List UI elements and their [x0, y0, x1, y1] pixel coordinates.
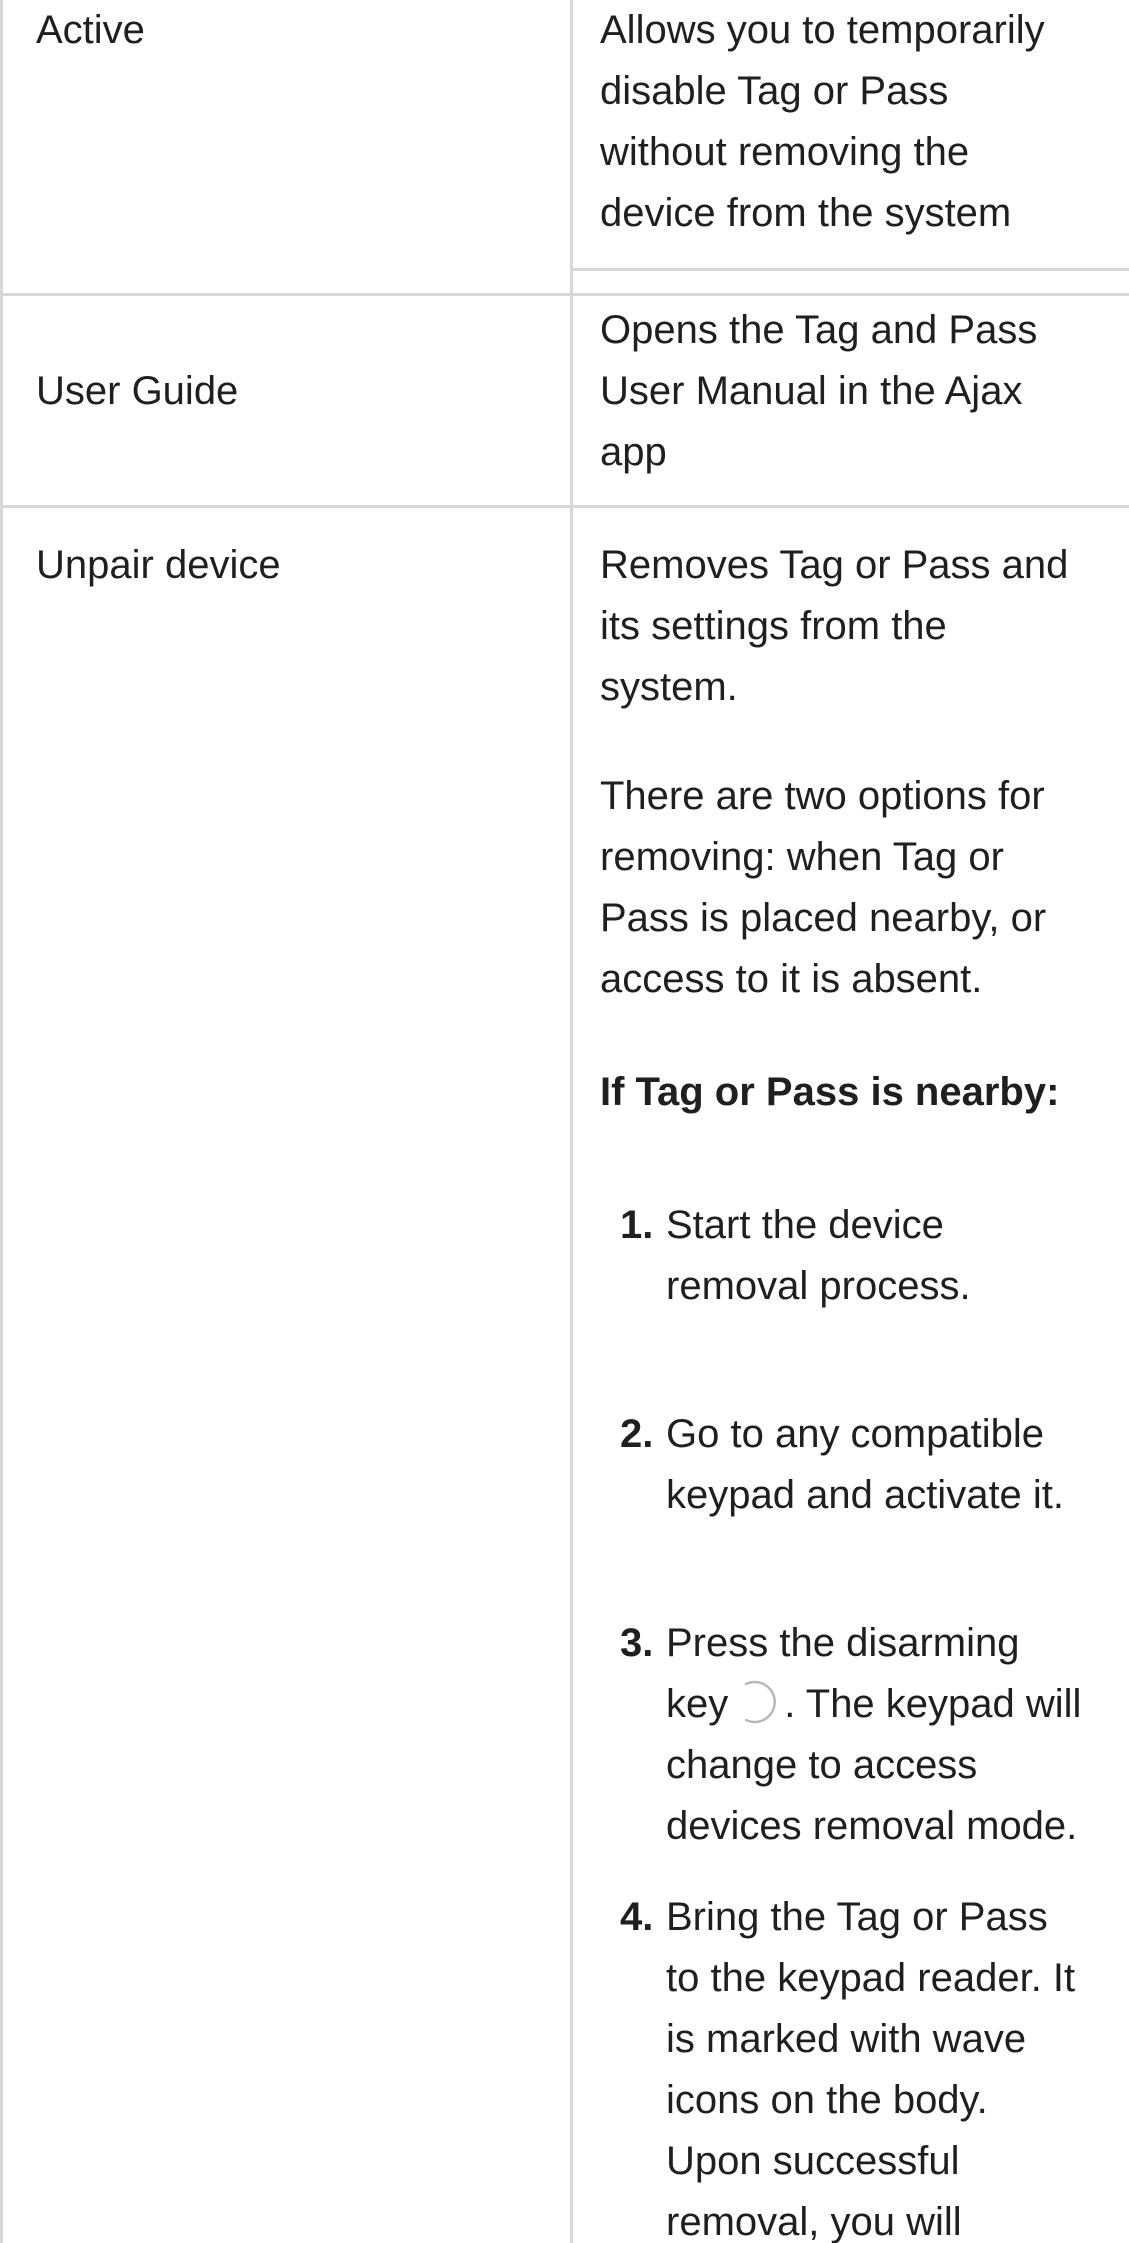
step-number: 1.: [620, 1203, 654, 1247]
step-number: 4.: [620, 1895, 654, 1939]
settings-table: Active Allows you to temporarily disable…: [0, 0, 1129, 2243]
step-line: Start the device: [666, 1203, 944, 1247]
step-text: Bring the Tag or Pass to the keypad read…: [666, 1887, 1100, 2243]
row-divider-description-col: [572, 268, 1129, 271]
table-column-divider: [570, 0, 573, 2243]
step-line: devices removal mode.: [666, 1804, 1078, 1848]
row-divider-2: [0, 505, 1129, 508]
row-divider-1: [0, 293, 1129, 296]
step-line: is marked with wave: [666, 2017, 1027, 2061]
removal-step-2: 2. Go to any compatible keypad and activ…: [620, 1404, 1100, 1526]
description-line: disable Tag or Pass: [600, 69, 949, 113]
step-line: removal process.: [666, 1264, 971, 1308]
description-line: without removing the: [600, 130, 970, 174]
unpair-description-paragraph-2: There are two options for removing: when…: [600, 766, 1100, 1010]
step-line: to the keypad reader. It: [666, 1956, 1076, 2000]
disarm-key-icon: [730, 1676, 782, 1728]
removal-step-3: 3. Press the disarming key . The keypad w…: [620, 1613, 1100, 1857]
description-line: Allows you to temporarily: [600, 8, 1045, 52]
description-line: removing: when Tag or: [600, 835, 1004, 879]
removal-step-4: 4. Bring the Tag or Pass to the keypad r…: [620, 1887, 1100, 2243]
step-line: Upon successful: [666, 2139, 960, 2183]
setting-name-user-guide: User Guide: [36, 369, 239, 413]
description-line: There are two options for: [600, 774, 1045, 818]
unpair-description-paragraph-1: Removes Tag or Pass and its settings fro…: [600, 535, 1100, 718]
description-line: Opens the Tag and Pass: [600, 308, 1038, 352]
step-line-part: . The keypad will: [784, 1682, 1082, 1726]
description-line: system.: [600, 665, 738, 709]
description-line: Removes Tag or Pass and: [600, 543, 1069, 587]
step-line-with-icon: key . The keypad will: [666, 1674, 1100, 1735]
table-left-border: [0, 0, 3, 2243]
description-line: User Manual in the Ajax: [600, 369, 1023, 413]
step-number: 2.: [620, 1412, 654, 1456]
setting-name-active: Active: [36, 8, 145, 52]
setting-description-user-guide: Opens the Tag and Pass User Manual in th…: [600, 300, 1100, 483]
description-line: app: [600, 430, 667, 474]
step-number: 3.: [620, 1621, 654, 1665]
description-line: access to it is absent.: [600, 957, 983, 1001]
removal-step-1: 1. Start the device removal process.: [620, 1195, 1100, 1317]
step-line: Go to any compatible: [666, 1412, 1044, 1456]
setting-description-active: Allows you to temporarily disable Tag or…: [600, 0, 1100, 244]
nearby-subheading: If Tag or Pass is nearby:: [600, 1070, 1060, 1114]
step-line: icons on the body.: [666, 2078, 988, 2122]
step-line: removal, you will: [666, 2200, 962, 2243]
step-line-part: key: [666, 1682, 729, 1726]
description-line: Pass is placed nearby, or: [600, 896, 1047, 940]
step-line: Press the disarming: [666, 1621, 1020, 1665]
step-text: Press the disarming key . The keypad will…: [666, 1613, 1100, 1857]
step-line: change to access: [666, 1743, 978, 1787]
step-text: Start the device removal process.: [666, 1195, 1100, 1317]
step-line: Bring the Tag or Pass: [666, 1895, 1048, 1939]
step-text: Go to any compatible keypad and activate…: [666, 1404, 1100, 1526]
setting-name-unpair-device: Unpair device: [36, 543, 281, 587]
step-line: keypad and activate it.: [666, 1473, 1065, 1517]
description-line: device from the system: [600, 191, 1012, 235]
description-line: its settings from the: [600, 604, 947, 648]
